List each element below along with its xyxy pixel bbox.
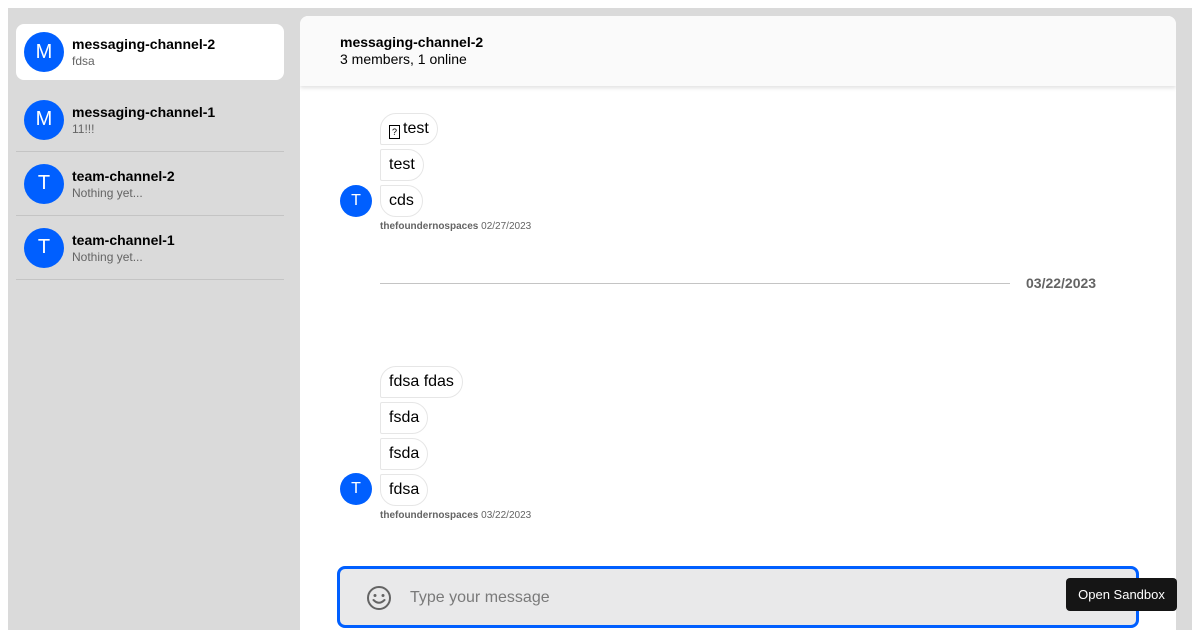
smile-icon[interactable] [366, 585, 392, 611]
date-divider [380, 283, 1010, 284]
avatar: M [24, 32, 64, 72]
channel-item-team-channel-2[interactable]: T team-channel-2 Nothing yet... [16, 152, 284, 216]
message-bubble[interactable]: cds [380, 185, 423, 217]
message-timestamp: 02/27/2023 [481, 221, 532, 232]
channel-title: messaging-channel-2 [340, 34, 484, 50]
channel-name: messaging-channel-1 [72, 103, 216, 120]
channel-member-count: 3 members, 1 online [340, 51, 467, 67]
channel-name: team-channel-2 [72, 167, 175, 184]
channel-preview: Nothing yet... [72, 249, 143, 264]
channel-preview: 11!!! [72, 121, 95, 136]
message-bubble[interactable]: fsda [380, 402, 429, 434]
channel-header: messaging-channel-2 3 members, 1 online [300, 16, 1176, 86]
avatar: M [24, 99, 64, 140]
avatar[interactable]: T [340, 185, 372, 217]
channel-list: M messaging-channel-2 fdsa M messaging-c… [16, 24, 284, 280]
message-meta: thefoundernospaces 03/22/2023 [380, 510, 531, 521]
unknown-glyph-icon: ? [389, 125, 400, 139]
channel-window: messaging-channel-2 3 members, 1 online … [300, 16, 1176, 630]
channel-preview: Nothing yet... [72, 185, 143, 200]
message-bubble[interactable]: fdsa [380, 474, 429, 506]
message-bubble[interactable]: fdsa fdas [380, 366, 463, 398]
open-sandbox-button[interactable]: Open Sandbox [1066, 578, 1177, 611]
message-timestamp: 03/22/2023 [481, 510, 532, 521]
channel-item-team-channel-1[interactable]: T team-channel-1 Nothing yet... [16, 216, 284, 280]
avatar[interactable]: T [340, 473, 372, 505]
channel-preview: fdsa [72, 54, 95, 68]
message-meta: thefoundernospaces 02/27/2023 [380, 221, 531, 232]
message-composer [337, 566, 1139, 628]
avatar: T [24, 227, 64, 268]
message-input[interactable] [410, 581, 1090, 615]
channel-name: messaging-channel-2 [72, 36, 216, 52]
channel-item-messaging-channel-1[interactable]: M messaging-channel-1 11!!! [16, 88, 284, 152]
date-separator-label: 03/22/2023 [1026, 275, 1097, 291]
message-author[interactable]: thefoundernospaces [380, 510, 478, 521]
channel-name: team-channel-1 [72, 231, 175, 248]
message-bubble[interactable]: test [380, 149, 424, 181]
message-bubble[interactable]: fsda [380, 438, 429, 470]
message-bubble[interactable]: ? test [380, 113, 438, 145]
channel-item-messaging-channel-2[interactable]: M messaging-channel-2 fdsa [16, 24, 284, 80]
message-author[interactable]: thefoundernospaces [380, 221, 478, 232]
avatar: T [24, 163, 64, 204]
